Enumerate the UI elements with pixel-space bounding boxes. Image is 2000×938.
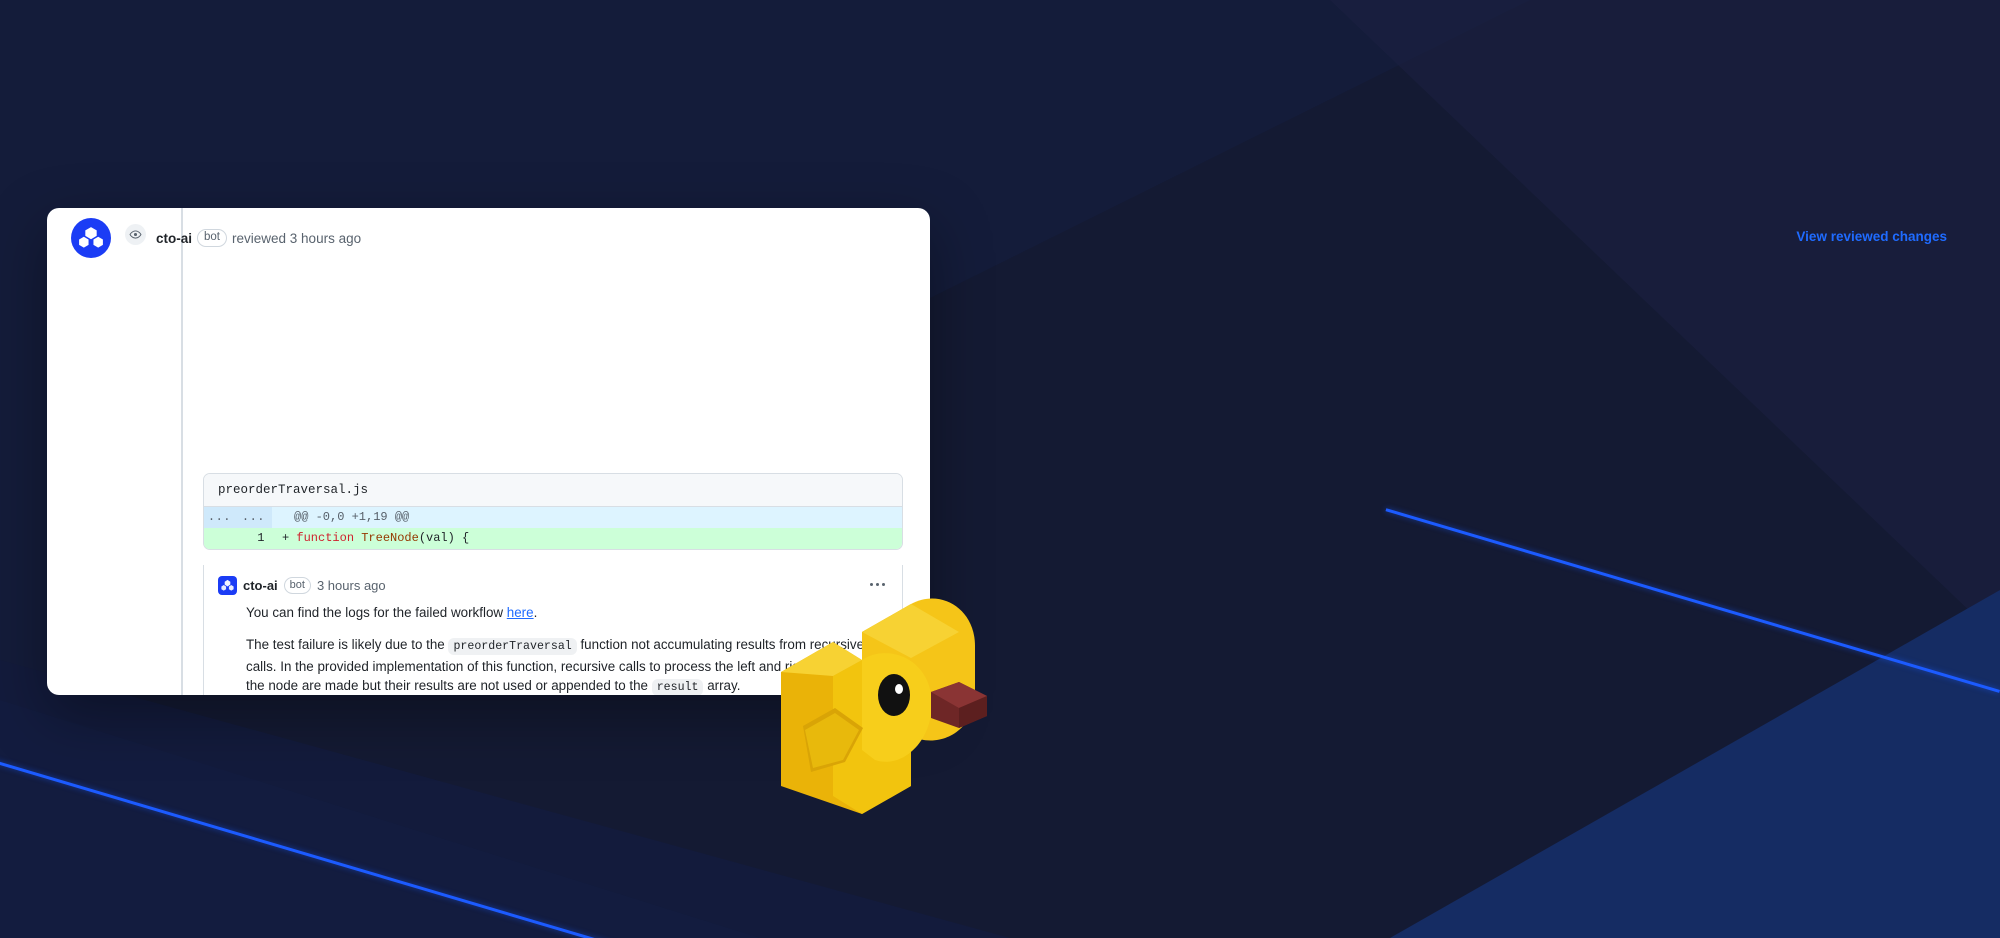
cto-ai-logo-icon	[71, 218, 111, 258]
cto-ai-logo-icon	[218, 575, 237, 595]
inline-code-result: result	[651, 679, 704, 695]
review-author[interactable]: cto-ai	[156, 231, 192, 246]
diff-hunk-row: ... ... @@ -0,0 +1,19 @@	[204, 507, 902, 528]
diff-hunk-old-gutter: ...	[204, 507, 238, 528]
comment-bot-badge: bot	[283, 576, 311, 594]
review-header-text: cto-ai bot reviewed 3 hours ago	[156, 229, 361, 247]
eye-icon	[125, 224, 146, 245]
diff-hunk-header: @@ -0,0 +1,19 @@	[294, 510, 410, 524]
inline-code-preordertraversal-1: preorderTraversal	[448, 638, 577, 655]
diff-line-code: + function TreeNode(val) {	[272, 528, 902, 549]
p1-text-after: .	[533, 605, 538, 620]
diff-line-new-gutter: 1	[238, 528, 272, 549]
review-action-text: reviewed 3 hours ago	[232, 230, 362, 246]
diff-token-keyword: function	[296, 531, 362, 545]
diff-panel: preorderTraversal.js ... ... @@ -0,0 +1,…	[203, 473, 903, 550]
logs-here-link[interactable]: here	[507, 605, 534, 620]
diff-add-marker: +	[282, 531, 290, 545]
diff-line-old-gutter	[204, 528, 238, 549]
diff-filename[interactable]: preorderTraversal.js	[204, 474, 902, 507]
comment-timestamp: 3 hours ago	[316, 577, 386, 593]
rubber-duck-mascot	[781, 598, 987, 814]
diff-token-name: TreeNode	[361, 531, 419, 545]
p2-text-a: The test failure is likely due to the	[246, 637, 449, 652]
view-reviewed-changes-link[interactable]: View reviewed changes	[1796, 229, 1947, 244]
timeline-rail	[181, 208, 183, 695]
review-bot-badge: bot	[197, 229, 228, 247]
comment-author[interactable]: cto-ai	[243, 578, 278, 593]
diff-hunk-new-gutter: ...	[238, 507, 272, 528]
diff-token-plain: (val) {	[418, 531, 470, 545]
diff-added-line-row: 1 + function TreeNode(val) {	[204, 528, 902, 549]
p1-text-before: You can find the logs for the failed wor…	[246, 605, 507, 620]
